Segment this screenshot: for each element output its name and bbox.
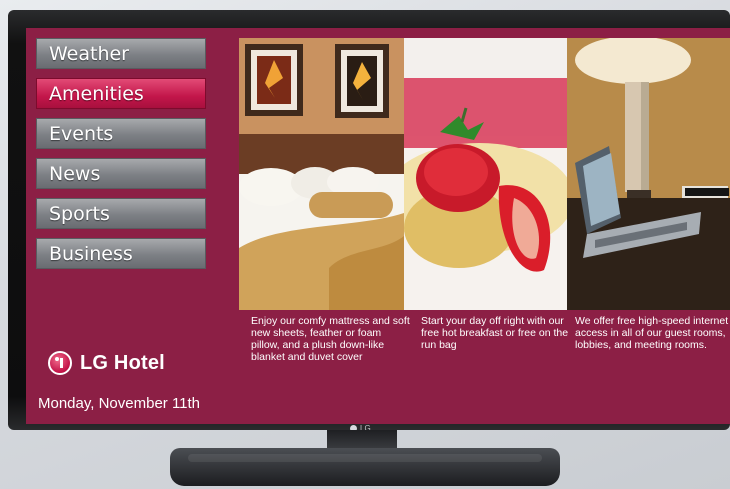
amenities-captions: Enjoy our comfy mattress and soft new sh… bbox=[239, 315, 730, 375]
tv-stand-base bbox=[170, 448, 560, 486]
caption-internet: We offer free high-speed internet access… bbox=[575, 315, 730, 351]
tv-screen: Weather Amenities Events News Sports Bus… bbox=[26, 28, 730, 424]
breakfast-photo bbox=[404, 38, 567, 310]
menu-item-weather[interactable]: Weather bbox=[36, 38, 206, 69]
menu-item-news[interactable]: News bbox=[36, 158, 206, 189]
amenities-photos bbox=[239, 38, 730, 310]
menu-item-events[interactable]: Events bbox=[36, 118, 206, 149]
laptop-desk-photo bbox=[567, 38, 730, 310]
menu-item-amenities[interactable]: Amenities bbox=[36, 78, 206, 109]
caption-bed: Enjoy our comfy mattress and soft new sh… bbox=[251, 315, 411, 363]
menu-item-sports[interactable]: Sports bbox=[36, 198, 206, 229]
caption-breakfast: Start your day off right with our free h… bbox=[421, 315, 571, 351]
hotel-bed-photo bbox=[239, 38, 404, 310]
tv-stand-neck bbox=[327, 430, 397, 450]
brand-logo: LG Hotel bbox=[48, 348, 165, 378]
brand-name: LG Hotel bbox=[80, 352, 165, 375]
lg-logo-icon bbox=[48, 351, 72, 375]
main-menu: Weather Amenities Events News Sports Bus… bbox=[36, 38, 206, 278]
date-display: Monday, November 11th bbox=[38, 395, 200, 412]
menu-item-business[interactable]: Business bbox=[36, 238, 206, 269]
